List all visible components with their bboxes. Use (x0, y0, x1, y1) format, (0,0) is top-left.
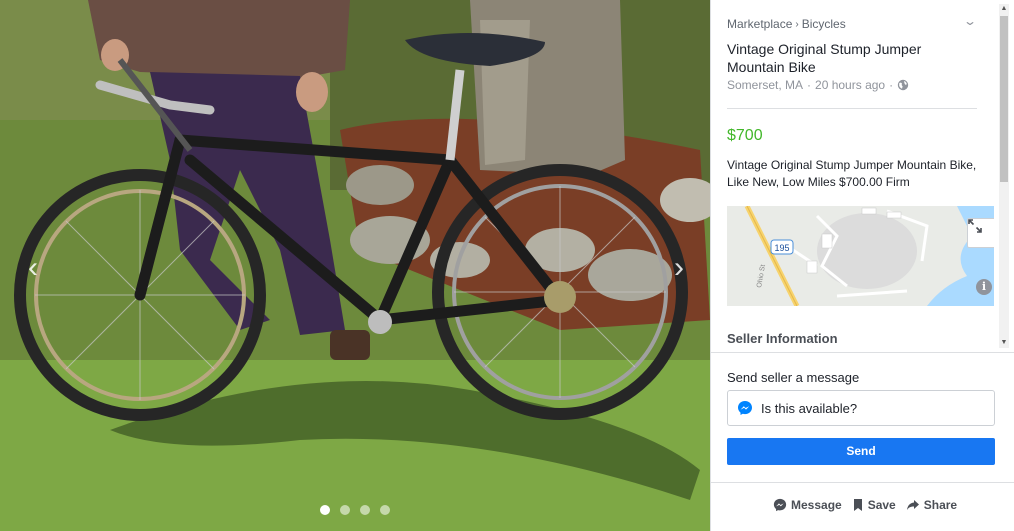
photo-dot-4[interactable] (380, 505, 390, 515)
share-arrow-icon (906, 500, 919, 510)
divider (711, 482, 1014, 483)
scrollbar-thumb[interactable] (1000, 16, 1008, 182)
listing-location[interactable]: Somerset, MA (727, 78, 803, 92)
listing-actions: Message Save Share (773, 498, 957, 512)
message-button-label: Message (791, 498, 842, 512)
location-map[interactable]: 195 Ohio St i (727, 206, 994, 306)
listing-details-scroll[interactable]: Marketplace › Bicycles ⌄ Vintage Origina… (711, 0, 1014, 352)
breadcrumb-bicycles[interactable]: Bicycles (802, 17, 846, 31)
expand-icon (968, 219, 982, 233)
globe-icon (897, 79, 909, 91)
photo-dot-3[interactable] (360, 505, 370, 515)
messenger-icon (738, 401, 752, 415)
scroll-down-arrow-icon[interactable]: ▼ (999, 338, 1009, 348)
listing-meta: Somerset, MA · 20 hours ago · (727, 78, 909, 92)
photo-dot-2[interactable] (340, 505, 350, 515)
message-heading: Send seller a message (727, 370, 860, 385)
breadcrumb: Marketplace › Bicycles (727, 17, 846, 31)
meta-separator: · (807, 78, 812, 92)
listing-title: Vintage Original Stump Jumper Mountain B… (727, 41, 922, 75)
bookmark-icon (853, 499, 862, 511)
photo-viewer: ‹ › (0, 0, 710, 531)
listing-description: Vintage Original Stump Jumper Mountain B… (727, 158, 977, 189)
marketplace-listing-dialog: ‹ › Marketplace › Bicycles ⌄ Vintage Ori… (0, 0, 1014, 531)
next-photo-button[interactable]: › (668, 248, 690, 288)
scroll-up-arrow-icon[interactable]: ▲ (999, 4, 1009, 14)
save-button-label: Save (867, 498, 896, 512)
message-input[interactable]: Is this available? (727, 390, 995, 426)
photo-pagination (0, 505, 710, 515)
listing-photo (0, 0, 710, 531)
breadcrumb-marketplace[interactable]: Marketplace (727, 17, 792, 31)
divider (711, 352, 1014, 353)
chevron-down-icon[interactable]: ⌄ (963, 14, 977, 28)
info-icon[interactable]: i (976, 279, 992, 295)
listing-details-panel: Marketplace › Bicycles ⌄ Vintage Origina… (710, 0, 1014, 531)
scrollbar[interactable]: ▲ ▼ (999, 4, 1009, 348)
message-input-value: Is this available? (761, 400, 858, 416)
messenger-icon (773, 498, 787, 512)
meta-separator: · (889, 78, 894, 92)
message-button[interactable]: Message (773, 498, 842, 512)
map-road-label: 195 (774, 243, 789, 253)
divider (727, 108, 977, 109)
listing-posted-time: 20 hours ago (815, 78, 886, 92)
map-graphic: 195 Ohio St (727, 206, 994, 306)
share-button[interactable]: Share (906, 498, 957, 512)
breadcrumb-separator: › (795, 18, 799, 30)
expand-map-button[interactable] (967, 218, 994, 248)
listing-price: $700 (727, 127, 763, 144)
previous-photo-button[interactable]: ‹ (22, 248, 44, 288)
save-button[interactable]: Save (852, 498, 896, 512)
send-button[interactable]: Send (727, 438, 995, 465)
seller-information-heading: Seller Information (727, 331, 838, 346)
photo-dot-1[interactable] (320, 505, 330, 515)
share-button-label: Share (923, 498, 958, 512)
